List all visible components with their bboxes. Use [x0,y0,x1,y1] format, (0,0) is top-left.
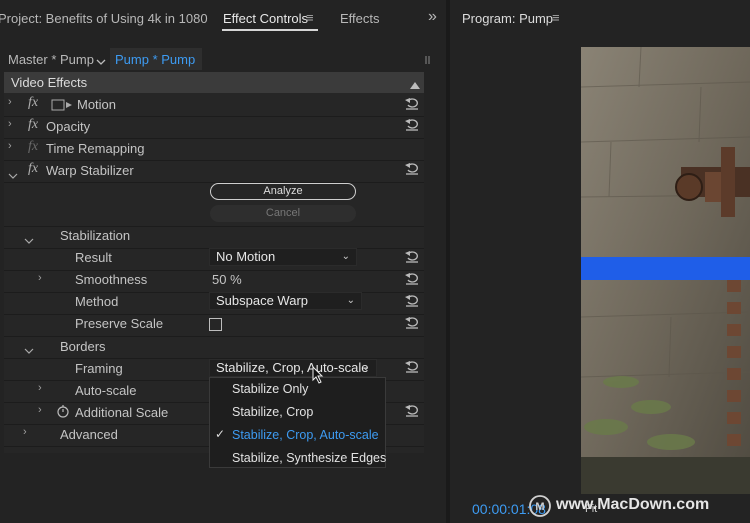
cursor-icon [312,365,324,384]
fx-icon[interactable]: fx [28,161,38,177]
cancel-button: Cancel [210,205,356,222]
reset-icon[interactable] [404,293,420,307]
video-effects-label: Video Effects [11,75,88,90]
watermark: M www.MacDown.com [528,494,750,518]
panel-menu-icon[interactable] [424,53,432,65]
fx-icon[interactable]: fx [28,95,38,111]
framing-dropdown[interactable]: Stabilize, Crop, Auto-scale ⌄ [209,359,377,377]
reset-icon[interactable] [404,359,420,373]
chevron-down-icon: ⌄ [361,362,370,373]
checkmark-icon: ✓ [215,427,226,441]
framing-value: Stabilize, Crop, Auto-scale [216,360,369,375]
borders-label: Borders [60,339,106,354]
advanced-label: Advanced [60,427,118,442]
menu-item-stabilize-crop-autoscale[interactable]: Stabilize, Crop, Auto-scale [232,428,379,442]
stopwatch-icon[interactable] [56,404,70,418]
chevron-right-icon[interactable]: › [38,382,42,394]
preserve-scale-label: Preserve Scale [75,316,164,331]
watermark-text: www.MacDown.com [556,496,710,513]
chevron-down-icon[interactable] [24,342,34,354]
reset-icon[interactable] [404,96,420,110]
watermark-logo-icon: M [529,495,551,517]
warp-stabilizer-label: Warp Stabilizer [46,163,134,178]
tab-effect-controls[interactable]: Effect Controls [223,11,308,26]
program-monitor-title[interactable]: Program: Pump [462,11,553,26]
chevron-down-icon[interactable] [96,54,106,65]
effect-controls-menu-icon[interactable]: ≡ [306,10,314,25]
smoothness-label: Smoothness [75,272,148,287]
autoscale-label: Auto-scale [75,383,137,398]
framing-label: Framing [75,361,123,376]
additional-scale-label: Additional Scale [75,405,169,420]
svg-text:M: M [535,501,544,513]
master-clip-label[interactable]: Master * Pump [8,52,94,67]
method-label: Method [75,294,119,309]
fx-icon: fx [28,139,39,154]
collapse-up-icon[interactable] [409,77,421,89]
chevron-right-icon[interactable]: › [8,118,12,130]
chevron-down-icon: ⌄ [346,295,355,306]
panel-overflow-icon[interactable]: » [428,8,437,26]
method-value: Subspace Warp [216,293,309,308]
chevron-right-icon[interactable]: › [8,96,12,108]
analyze-button[interactable]: Analyze [210,183,356,200]
opacity-label: Opacity [46,119,91,134]
reset-icon[interactable] [404,403,420,417]
reset-icon[interactable] [404,315,420,329]
transform-icon[interactable] [51,98,73,111]
preserve-scale-checkbox[interactable] [209,318,222,331]
reset-icon[interactable] [404,271,420,285]
chevron-down-icon[interactable] [8,167,18,179]
chevron-right-icon[interactable]: › [38,404,42,416]
reset-icon[interactable] [404,117,420,131]
menu-item-stabilize-only[interactable]: Stabilize Only [232,382,308,396]
project-panel-title[interactable]: Project: Benefits of Using 4k in 1080 [0,11,208,26]
time-remapping-label: Time Remapping [46,141,145,156]
clip-tab-label[interactable]: Pump * Pump [115,52,195,67]
active-tab-indicator [222,29,318,31]
smoothness-value[interactable]: 50 % [212,272,242,287]
menu-item-stabilize-crop[interactable]: Stabilize, Crop [232,405,313,419]
reset-icon[interactable] [404,161,420,175]
fx-icon[interactable]: fx [28,117,38,133]
chevron-right-icon[interactable]: › [38,272,42,284]
result-dropdown[interactable]: No Motion ⌄ [209,248,357,266]
program-menu-icon[interactable]: ≡ [552,10,560,25]
method-dropdown[interactable]: Subspace Warp ⌄ [209,292,362,310]
menu-item-stabilize-synthesize-edges[interactable]: Stabilize, Synthesize Edges [232,451,386,465]
motion-label: Motion [77,97,117,112]
chevron-down-icon[interactable] [24,232,34,244]
result-label: Result [75,250,112,265]
reset-icon[interactable] [404,249,420,263]
stabilization-label: Stabilization [60,228,131,243]
result-value: No Motion [216,249,276,264]
chevron-right-icon[interactable]: › [23,426,27,438]
chevron-right-icon[interactable]: › [8,140,12,152]
tab-effects[interactable]: Effects [340,11,380,26]
framing-options-menu: Stabilize Only Stabilize, Crop ✓ Stabili… [209,377,386,468]
video-frame[interactable] [581,47,750,494]
chevron-down-icon: ⌄ [341,251,350,262]
